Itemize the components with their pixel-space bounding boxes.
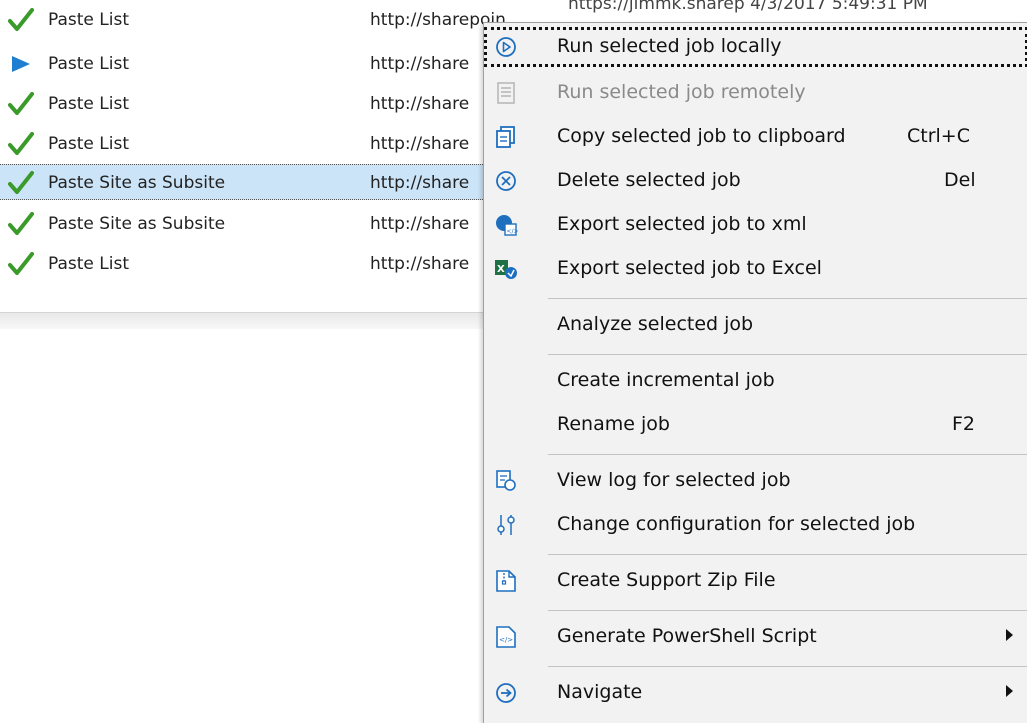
menu-item-label: Export selected job to Excel <box>557 257 822 279</box>
menu-separator <box>548 554 1027 555</box>
menu-item-rename[interactable]: Rename job F2 <box>484 405 1027 445</box>
menu-item-run-locally[interactable]: Run selected job locally <box>484 27 1027 67</box>
menu-item-label: Generate PowerShell Script <box>557 625 817 647</box>
svg-text:</>: </> <box>499 636 513 644</box>
script-icon: </> <box>494 626 518 648</box>
job-name: Paste List <box>48 10 130 30</box>
export-xml-icon: </> <box>494 214 519 236</box>
sliders-icon <box>494 514 518 536</box>
menu-item-create-incremental[interactable]: Create incremental job <box>484 361 1027 401</box>
job-url: http://share <box>370 173 470 193</box>
submenu-arrow-icon <box>1006 629 1013 641</box>
job-url: http://share <box>370 94 470 114</box>
server-icon <box>494 82 518 104</box>
menu-item-support-zip[interactable]: Create Support Zip File <box>484 561 1027 601</box>
arrow-circle-icon <box>494 682 518 704</box>
menu-separator <box>548 298 1027 299</box>
job-destination: https://jimmk.sharep 4/3/2017 5:49:31 PM <box>568 0 928 14</box>
play-icon <box>8 52 34 76</box>
menu-separator <box>548 354 1027 355</box>
menu-item-generate-powershell[interactable]: </> Generate PowerShell Script <box>484 617 1027 657</box>
menu-item-label: Analyze selected job <box>557 313 754 335</box>
job-name: Paste List <box>48 254 130 274</box>
check-icon <box>8 212 34 236</box>
menu-item-delete[interactable]: Delete selected job Del <box>484 161 1027 201</box>
job-name: Paste List <box>48 94 130 114</box>
check-icon <box>8 92 34 116</box>
menu-item-label: Copy selected job to clipboard <box>557 125 846 147</box>
check-icon <box>8 252 34 276</box>
svg-text:X: X <box>497 264 505 275</box>
menu-item-label: Run selected job locally <box>557 35 782 57</box>
menu-item-copy[interactable]: Copy selected job to clipboard Ctrl+C <box>484 117 1027 157</box>
menu-separator <box>548 454 1027 455</box>
menu-item-navigate[interactable]: Navigate <box>484 673 1027 713</box>
play-circle-icon <box>494 36 518 58</box>
context-menu: Run selected job locally Run selected jo… <box>483 22 1027 723</box>
menu-item-run-remotely[interactable]: Run selected job remotely <box>484 73 1027 113</box>
menu-separator <box>548 666 1027 667</box>
menu-item-export-xml[interactable]: </> Export selected job to xml <box>484 205 1027 245</box>
menu-item-label: Delete selected job <box>557 169 741 191</box>
menu-separator <box>548 610 1027 611</box>
delete-circle-icon <box>494 170 518 192</box>
copy-icon <box>494 126 518 148</box>
menu-item-change-configuration[interactable]: Change configuration for selected job <box>484 505 1027 545</box>
menu-item-label: Rename job <box>557 413 670 435</box>
shortcut-label: Del <box>944 169 976 191</box>
check-icon <box>8 171 34 195</box>
menu-item-label: Create incremental job <box>557 369 775 391</box>
job-name: Paste Site as Subsite <box>48 173 226 193</box>
svg-text:</>: </> <box>507 228 519 235</box>
menu-item-analyze[interactable]: Analyze selected job <box>484 305 1027 345</box>
menu-item-label: Export selected job to xml <box>557 213 807 235</box>
job-name: Paste List <box>48 54 130 74</box>
job-url: http://share <box>370 214 470 234</box>
menu-item-export-excel[interactable]: X Export selected job to Excel <box>484 249 1027 289</box>
menu-item-label: Create Support Zip File <box>557 569 776 591</box>
shortcut-label: Ctrl+C <box>907 125 970 147</box>
log-icon <box>494 470 518 492</box>
shortcut-label: F2 <box>952 413 976 435</box>
menu-item-label: Navigate <box>557 681 643 703</box>
job-url: http://share <box>370 134 470 154</box>
menu-item-label: Change configuration for selected job <box>557 513 916 535</box>
zip-file-icon <box>494 570 518 592</box>
check-icon <box>8 132 34 156</box>
menu-item-view-log[interactable]: View log for selected job <box>484 461 1027 501</box>
submenu-arrow-icon <box>1006 685 1013 697</box>
job-name: Paste Site as Subsite <box>48 214 226 234</box>
job-name: Paste List <box>48 134 130 154</box>
job-url: http://share <box>370 254 470 274</box>
excel-icon: X <box>494 258 518 280</box>
menu-item-label: View log for selected job <box>557 469 791 491</box>
check-icon <box>8 8 34 32</box>
job-url: http://share <box>370 54 470 74</box>
menu-item-label: Run selected job remotely <box>557 81 806 103</box>
